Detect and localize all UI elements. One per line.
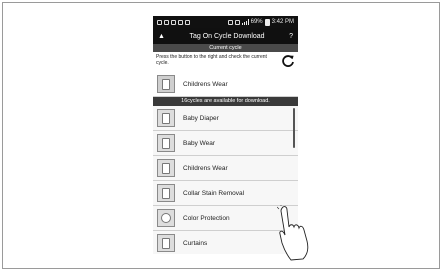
- refresh-icon[interactable]: [281, 54, 295, 68]
- settings-icon: [171, 19, 176, 25]
- nfc-icon: [227, 19, 233, 25]
- usb-icon: [178, 19, 183, 25]
- status-bar: 69% 3:42 PM: [153, 16, 298, 28]
- signal-icon: [241, 19, 249, 25]
- title-bar: ▲ Tag On Cycle Download ?: [153, 28, 298, 44]
- scrollbar[interactable]: [293, 108, 295, 148]
- list-item-label: Childrens Wear: [183, 164, 228, 172]
- download-banner: 16cycles are available for download.: [153, 97, 298, 106]
- list-item-label: Color Protection: [183, 214, 230, 222]
- gallery-icon: [164, 19, 169, 25]
- status-time: 3:42 PM: [271, 19, 294, 25]
- pointing-hand-icon: [277, 205, 309, 261]
- list-item[interactable]: Collar Stain Removal: [153, 181, 298, 206]
- palette-icon: [157, 209, 175, 227]
- list-item-label: Collar Stain Removal: [183, 189, 245, 197]
- notification-icon: [157, 19, 162, 25]
- list-item-label: Baby Wear: [183, 139, 216, 147]
- instruction-text: Press the button to the right and check …: [156, 54, 267, 66]
- diaper-icon: [157, 109, 175, 127]
- children-clothes-icon: [157, 159, 175, 177]
- instruction-area: Press the button to the right and check …: [153, 52, 298, 72]
- curtain-icon: [157, 234, 175, 252]
- baby-shirt-icon: [157, 134, 175, 152]
- list-item-label: Curtains: [183, 239, 208, 247]
- list-item[interactable]: Baby Diaper: [153, 106, 298, 131]
- page-title: Tag On Cycle Download: [189, 32, 265, 40]
- shirt-collar-icon: [157, 184, 175, 202]
- current-cycle-row: Childrens Wear: [153, 72, 298, 97]
- help-button[interactable]: ?: [289, 33, 293, 40]
- children-clothes-icon: [157, 75, 175, 93]
- battery-percent: 69%: [250, 19, 263, 25]
- battery-icon: [264, 18, 270, 26]
- list-item-label: Baby Diaper: [183, 114, 219, 122]
- current-cycle-header: Current cycle: [153, 44, 298, 52]
- wifi-icon: [234, 19, 240, 25]
- list-item[interactable]: Childrens Wear: [153, 156, 298, 181]
- home-icon[interactable]: ▲: [158, 33, 165, 40]
- list-item[interactable]: Baby Wear: [153, 131, 298, 156]
- current-cycle-name: Childrens Wear: [183, 80, 228, 88]
- android-icon: [185, 19, 190, 25]
